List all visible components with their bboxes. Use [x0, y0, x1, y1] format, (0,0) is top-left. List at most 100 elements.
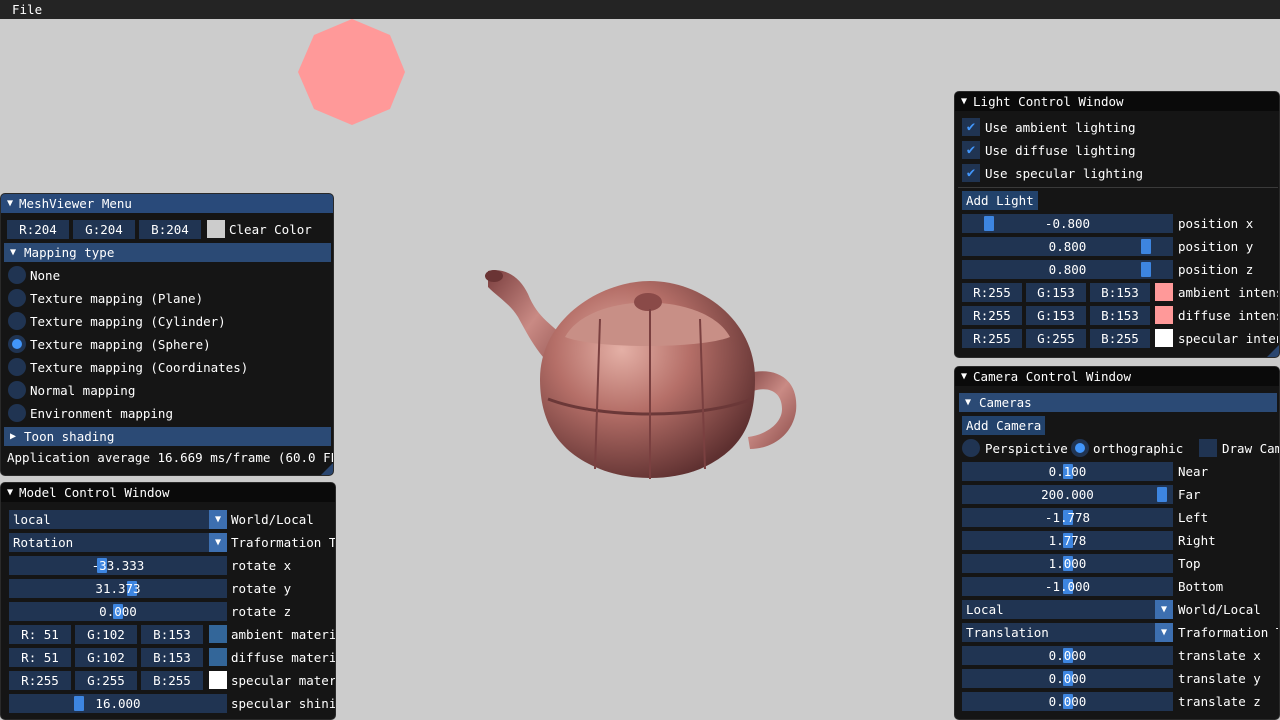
specular-shininess-slider[interactable]: 16.000 — [9, 694, 227, 713]
transformation-type-combo[interactable]: Rotation ▼ — [9, 533, 227, 552]
specular-lighting-checkbox[interactable]: ✔ — [962, 164, 980, 182]
mapping-radio-coordinates[interactable] — [8, 358, 26, 376]
diffuse-intensity-b[interactable]: B:153 — [1090, 306, 1150, 325]
specular-material-r[interactable]: R:255 — [9, 671, 71, 690]
rotate-z-slider[interactable]: 0.000 — [9, 602, 227, 621]
translate-x-slider[interactable]: 0.000 — [962, 646, 1173, 665]
slider-grab[interactable] — [1141, 262, 1152, 277]
collapse-arrow-icon[interactable]: ▼ — [961, 371, 967, 382]
add-camera-button[interactable]: Add Camera — [962, 416, 1046, 435]
mapping-radio-cylinder[interactable] — [8, 312, 26, 330]
perspective-radio[interactable] — [962, 439, 980, 457]
diffuse-material-swatch[interactable] — [209, 648, 227, 666]
dropdown-arrow-icon[interactable]: ▼ — [209, 510, 227, 529]
meshviewer-menu-titlebar[interactable]: ▼ MeshViewer Menu — [1, 194, 333, 213]
specular-material-swatch[interactable] — [209, 671, 227, 689]
light-position-y-slider[interactable]: 0.800 — [962, 237, 1173, 256]
resize-grip[interactable] — [1267, 345, 1279, 357]
ambient-material-swatch[interactable] — [209, 625, 227, 643]
window-title: Camera Control Window — [973, 369, 1132, 384]
translate-y-slider[interactable]: 0.000 — [962, 669, 1173, 688]
camera-control-window[interactable]: ▼ Camera Control Window ▼ Cameras Add Ca… — [954, 366, 1280, 720]
draw-camera-checkbox[interactable] — [1199, 439, 1217, 457]
ambient-material-b[interactable]: B:153 — [141, 625, 203, 644]
meshviewer-menu-window[interactable]: ▼ MeshViewer Menu R:204 G:204 B:204 Clea… — [0, 193, 334, 476]
diffuse-intensity-r[interactable]: R:255 — [962, 306, 1022, 325]
specular-intensity-swatch[interactable] — [1155, 329, 1173, 347]
ambient-lighting-checkbox[interactable]: ✔ — [962, 118, 980, 136]
mapping-radio-plane[interactable] — [8, 289, 26, 307]
light-control-titlebar[interactable]: ▼ Light Control Window — [955, 92, 1279, 111]
model-control-window[interactable]: ▼ Model Control Window local ▼ World/Loc… — [0, 482, 336, 720]
slider-grab[interactable] — [1157, 487, 1168, 502]
clear-color-b[interactable]: B:204 — [139, 220, 201, 239]
model-control-titlebar[interactable]: ▼ Model Control Window — [1, 483, 335, 502]
dropdown-arrow-icon[interactable]: ▼ — [1155, 623, 1173, 642]
mapping-type-header[interactable]: ▼ Mapping type — [4, 243, 331, 262]
rotate-x-label: rotate x — [231, 558, 292, 573]
ambient-intensity-g[interactable]: G:153 — [1026, 283, 1086, 302]
specular-intensity-b[interactable]: B:255 — [1090, 329, 1150, 348]
specular-material-g[interactable]: G:255 — [75, 671, 137, 690]
far-slider[interactable]: 200.000 — [962, 485, 1173, 504]
camera-world-local-combo[interactable]: Local ▼ — [962, 600, 1173, 619]
file-menu[interactable]: File — [0, 0, 54, 19]
collapse-arrow-icon[interactable]: ▼ — [961, 96, 967, 107]
orthographic-label: orthographic — [1093, 441, 1184, 456]
right-slider[interactable]: 1.778 — [962, 531, 1173, 550]
ambient-material-g[interactable]: G:102 — [75, 625, 137, 644]
transformation-type-label: Traformation Type — [231, 535, 335, 550]
collapse-arrow-icon[interactable]: ▼ — [7, 487, 13, 498]
cameras-header[interactable]: ▼ Cameras — [959, 393, 1277, 412]
rotate-x-slider[interactable]: -33.333 — [9, 556, 227, 575]
ambient-intensity-b[interactable]: B:153 — [1090, 283, 1150, 302]
mapping-radio-none[interactable] — [8, 266, 26, 284]
slider-grab[interactable] — [1141, 239, 1152, 254]
diffuse-material-b[interactable]: B:153 — [141, 648, 203, 667]
top-label: Top — [1178, 556, 1201, 571]
light-position-z-slider[interactable]: 0.800 — [962, 260, 1173, 279]
top-slider[interactable]: 1.000 — [962, 554, 1173, 573]
diffuse-lighting-checkbox[interactable]: ✔ — [962, 141, 980, 159]
toon-shading-header[interactable]: ▶ Toon shading — [4, 427, 331, 446]
mapping-radio-environment[interactable] — [8, 404, 26, 422]
expand-arrow-icon: ▶ — [10, 431, 17, 442]
collapse-arrow-icon: ▼ — [965, 397, 972, 408]
diffuse-intensity-g[interactable]: G:153 — [1026, 306, 1086, 325]
clear-color-r[interactable]: R:204 — [7, 220, 69, 239]
light-position-x-slider[interactable]: -0.800 — [962, 214, 1173, 233]
translate-x-label: translate x — [1178, 648, 1261, 663]
specular-intensity-g[interactable]: G:255 — [1026, 329, 1086, 348]
clear-color-swatch[interactable] — [207, 220, 225, 238]
clear-color-g[interactable]: G:204 — [73, 220, 135, 239]
slider-grab[interactable] — [74, 696, 85, 711]
diffuse-material-g[interactable]: G:102 — [75, 648, 137, 667]
mapping-radio-sphere[interactable] — [8, 335, 26, 353]
mapping-radio-normal[interactable] — [8, 381, 26, 399]
light-control-window[interactable]: ▼ Light Control Window ✔ Use ambient lig… — [954, 91, 1280, 358]
specular-intensity-r[interactable]: R:255 — [962, 329, 1022, 348]
diffuse-intensity-swatch[interactable] — [1155, 306, 1173, 324]
collapse-arrow-icon[interactable]: ▼ — [7, 198, 13, 209]
bottom-slider[interactable]: -1.000 — [962, 577, 1173, 596]
camera-control-titlebar[interactable]: ▼ Camera Control Window — [955, 367, 1279, 386]
left-slider[interactable]: -1.778 — [962, 508, 1173, 527]
slider-grab[interactable] — [983, 216, 994, 231]
camera-transformation-type-combo[interactable]: Translation ▼ — [962, 623, 1173, 642]
ambient-lighting-label: Use ambient lighting — [985, 120, 1136, 135]
resize-grip[interactable] — [321, 463, 333, 475]
ambient-intensity-r[interactable]: R:255 — [962, 283, 1022, 302]
translate-z-slider[interactable]: 0.000 — [962, 692, 1173, 711]
diffuse-material-r[interactable]: R: 51 — [9, 648, 71, 667]
position-z-label: position z — [1178, 262, 1254, 277]
dropdown-arrow-icon[interactable]: ▼ — [1155, 600, 1173, 619]
near-slider[interactable]: 0.100 — [962, 462, 1173, 481]
ambient-intensity-swatch[interactable] — [1155, 283, 1173, 301]
orthographic-radio[interactable] — [1071, 439, 1089, 457]
specular-material-b[interactable]: B:255 — [141, 671, 203, 690]
rotate-y-slider[interactable]: 31.373 — [9, 579, 227, 598]
add-light-button[interactable]: Add Light — [962, 191, 1038, 210]
dropdown-arrow-icon[interactable]: ▼ — [209, 533, 227, 552]
ambient-material-r[interactable]: R: 51 — [9, 625, 71, 644]
world-local-combo[interactable]: local ▼ — [9, 510, 227, 529]
